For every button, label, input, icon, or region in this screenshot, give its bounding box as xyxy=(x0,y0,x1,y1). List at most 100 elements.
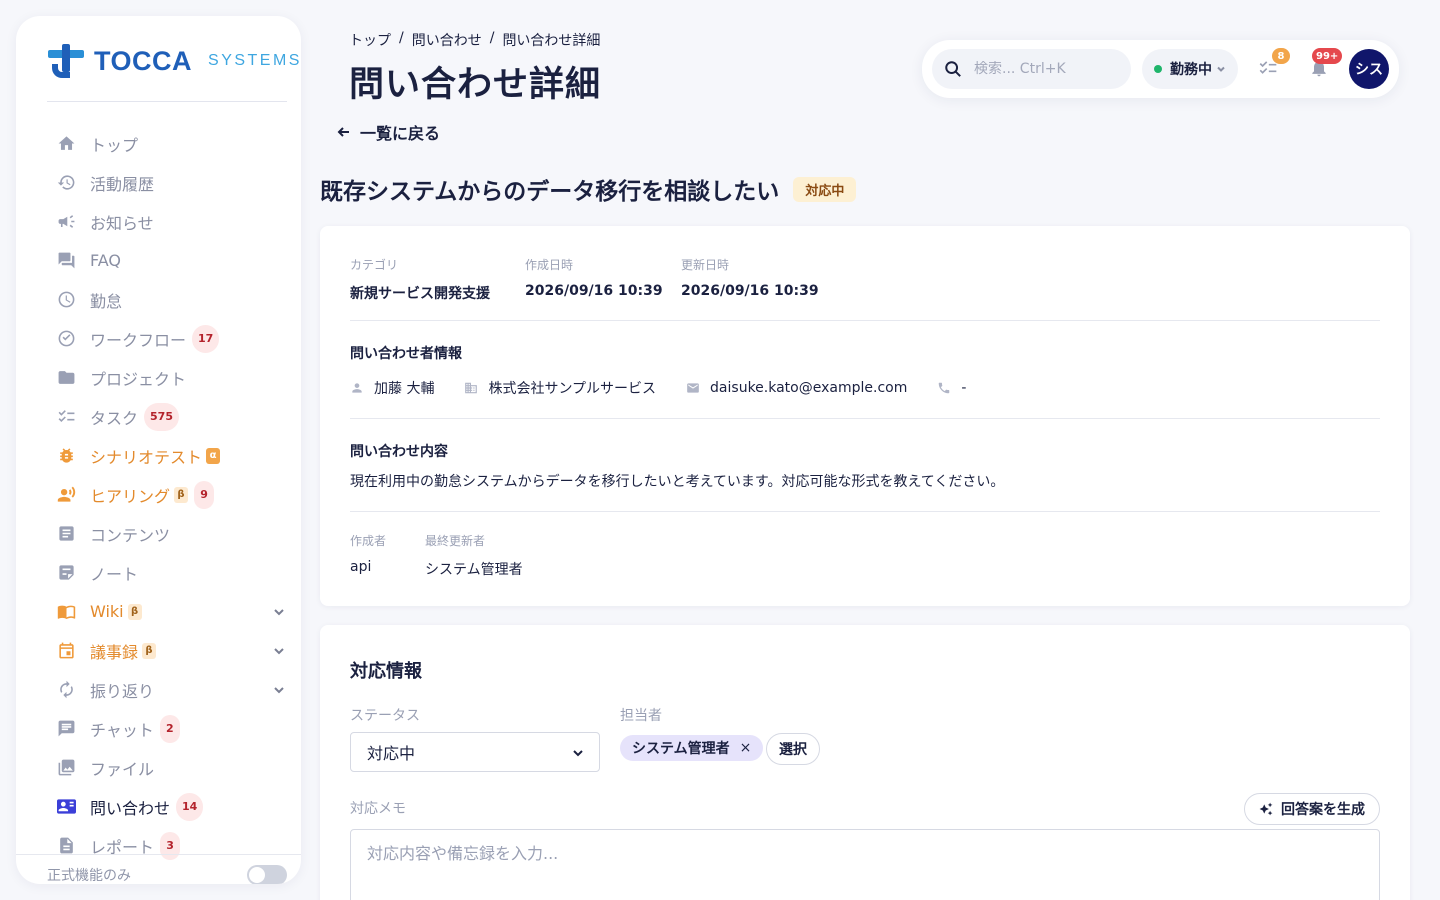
work-status-button[interactable]: 勤務中 xyxy=(1142,49,1238,89)
sidebar-item-inquiry[interactable]: 問い合わせ 14 xyxy=(56,787,286,826)
breadcrumb-list[interactable]: 問い合わせ xyxy=(412,30,482,50)
sidebar-item-label: 問い合わせ xyxy=(90,798,171,818)
brand-name: TOCCA xyxy=(94,45,193,76)
brand-logo[interactable]: TOCCA SYSTEMS xyxy=(48,44,301,78)
page-title: 問い合わせ詳細 xyxy=(349,65,602,105)
sidebar-item-scenario-test[interactable]: シナリオテスト α xyxy=(56,436,286,475)
category-value: 新規サービス開発支援 xyxy=(350,286,490,302)
updated-label: 更新日時 xyxy=(681,258,730,272)
generate-answer-button[interactable]: 回答案を生成 xyxy=(1244,793,1380,825)
contact-phone: - xyxy=(937,380,966,396)
contact-heading: 問い合わせ者情報 xyxy=(350,346,462,362)
top-toolbar: 勤務中 8 99+ シス xyxy=(922,40,1399,98)
beta-tag: β xyxy=(142,642,157,659)
logo-mark-icon xyxy=(48,44,84,78)
sidebar-item-note[interactable]: ノート xyxy=(56,553,286,592)
sidebar-item-retrospective[interactable]: 振り返り xyxy=(56,670,286,709)
sidebar-item-label: FAQ xyxy=(90,251,121,270)
chevron-down-icon xyxy=(1217,66,1225,72)
divider xyxy=(350,418,1380,419)
divider xyxy=(350,511,1380,512)
calendar-icon xyxy=(56,641,76,661)
note-icon xyxy=(56,563,76,583)
contact-card-icon xyxy=(56,797,76,817)
sidebar-item-label: タスク xyxy=(90,408,139,428)
mail-icon xyxy=(687,383,699,393)
inquiry-detail-card: カテゴリ 新規サービス開発支援 作成日時 2026/09/16 10:39 更新… xyxy=(320,226,1410,606)
breadcrumb-home[interactable]: トップ xyxy=(349,30,391,50)
avatar[interactable]: シス xyxy=(1349,49,1389,89)
chevron-down-icon[interactable] xyxy=(272,643,286,657)
beta-tag: β xyxy=(127,603,142,620)
contact-company-value: 株式会社サンプルサービス xyxy=(488,381,657,397)
content-heading: 問い合わせ内容 xyxy=(350,444,448,460)
sidebar-item-activity[interactable]: 活動履歴 xyxy=(56,163,286,202)
breadcrumb: トップ / 問い合わせ / 問い合わせ詳細 xyxy=(349,30,600,50)
sidebar-item-label: ヒアリング xyxy=(90,486,171,506)
article-icon xyxy=(56,524,76,544)
brand-sub: SYSTEMS xyxy=(208,52,301,69)
back-to-list-label: 一覧に戻る xyxy=(360,124,441,143)
sidebar-item-hearing[interactable]: ヒアリング β 9 xyxy=(56,475,286,514)
sidebar-item-workflow[interactable]: ワークフロー 17 xyxy=(56,319,286,358)
sidebar-item-label: コンテンツ xyxy=(90,525,171,545)
status-badge: 対応中 xyxy=(793,176,857,202)
chevron-down-icon[interactable] xyxy=(272,682,286,696)
sidebar-item-wiki[interactable]: Wiki β xyxy=(56,592,286,631)
bug-icon xyxy=(56,446,76,466)
count-badge: 17 xyxy=(192,324,220,353)
remove-assignee-icon[interactable]: × xyxy=(740,740,752,756)
back-to-list-link[interactable]: 一覧に戻る xyxy=(336,120,440,144)
last-editor-field: 最終更新者 システム管理者 xyxy=(425,532,523,579)
sidebar-item-attendance[interactable]: 勤怠 xyxy=(56,280,286,319)
official-only-toggle[interactable] xyxy=(247,865,287,884)
search-input[interactable] xyxy=(974,61,1104,77)
sidebar-item-project[interactable]: プロジェクト xyxy=(56,358,286,397)
count-badge: 575 xyxy=(144,402,179,431)
search-box[interactable] xyxy=(932,49,1131,89)
contact-company: 株式会社サンプルサービス xyxy=(464,378,656,398)
breadcrumb-separator: / xyxy=(489,30,495,46)
contact-email-value: daisuke.kato@example.com xyxy=(710,380,908,396)
beta-tag: β xyxy=(174,486,189,503)
toggle-knob xyxy=(249,867,265,883)
sidebar-item-chat[interactable]: チャット 2 xyxy=(56,709,286,748)
inquiry-title: 既存システムからのデータ移行を相談したい xyxy=(320,179,780,205)
updated-value: 2026/09/16 10:39 xyxy=(681,283,819,299)
logo-divider xyxy=(47,101,287,102)
created-field: 作成日時 2026/09/16 10:39 xyxy=(525,256,663,299)
sidebar-item-label: トップ xyxy=(90,135,139,155)
search-icon xyxy=(945,61,961,77)
author-label: 作成者 xyxy=(350,534,387,548)
sidebar-footer: 正式機能のみ xyxy=(16,854,301,884)
category-label: カテゴリ xyxy=(350,258,399,272)
generate-answer-label: 回答案を生成 xyxy=(1281,801,1365,817)
contact-email[interactable]: daisuke.kato@example.com xyxy=(686,380,907,396)
created-value: 2026/09/16 10:39 xyxy=(525,283,663,299)
contact-info-row: 加藤 大輔 株式会社サンプルサービス daisuke.kato@example.… xyxy=(350,378,996,398)
checklist-icon xyxy=(56,407,76,427)
work-status-label: 勤務中 xyxy=(1170,62,1212,78)
chat-icon xyxy=(56,719,76,739)
sidebar-item-minutes[interactable]: 議事録 β xyxy=(56,631,286,670)
updated-field: 更新日時 2026/09/16 10:39 xyxy=(681,256,819,299)
chevron-down-icon xyxy=(573,750,583,757)
status-select[interactable]: 対応中 xyxy=(350,732,600,772)
sidebar-item-files[interactable]: ファイル xyxy=(56,748,286,787)
notification-count-badge: 99+ xyxy=(1312,48,1343,64)
sidebar-item-news[interactable]: お知らせ xyxy=(56,202,286,241)
chevron-down-icon[interactable] xyxy=(272,604,286,618)
select-assignee-button[interactable]: 選択 xyxy=(766,733,820,765)
clock-icon xyxy=(56,290,76,310)
response-card: 対応情報 ステータス 担当者 対応中 システム管理者 × 選択 対応メモ 回答案… xyxy=(320,625,1410,900)
check-circle-icon xyxy=(56,329,76,349)
official-only-label: 正式機能のみ xyxy=(47,868,131,884)
sidebar-item-top[interactable]: トップ xyxy=(56,124,286,163)
sidebar-item-contents[interactable]: コンテンツ xyxy=(56,514,286,553)
sidebar-item-label: ファイル xyxy=(90,759,155,779)
sidebar-item-task[interactable]: タスク 575 xyxy=(56,397,286,436)
sidebar-item-faq[interactable]: FAQ xyxy=(56,241,286,280)
assignee-chip: システム管理者 × xyxy=(620,735,764,761)
memo-textarea[interactable] xyxy=(350,829,1380,900)
book-icon xyxy=(56,602,76,622)
